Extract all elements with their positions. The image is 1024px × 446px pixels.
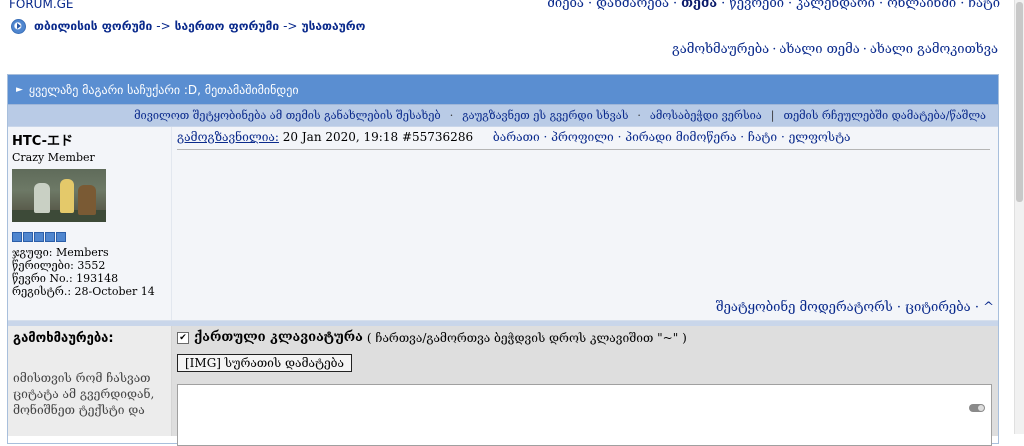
- print-version-link[interactable]: ამოსაბეჭდი ვერსია: [650, 109, 762, 122]
- top-navigation: ძიება · დახმარება · თემა · წევრები · კალენდარი · ო…: [547, 0, 1000, 11]
- nav-chat[interactable]: ჩატი: [968, 0, 1000, 11]
- profile-link[interactable]: პროფილი: [551, 130, 614, 144]
- report-moderator-link[interactable]: შეატყობინე მოდერატორს: [716, 300, 893, 315]
- triangle-right-icon: ►: [16, 84, 23, 95]
- card-link[interactable]: ბარათი: [493, 130, 540, 144]
- topic-header: ► ყველაზე მაგარი საჩუქარი :D, მეთამაშიმი…: [8, 75, 998, 104]
- reply-title: გამოხმაურება:: [13, 331, 114, 346]
- send-page-link[interactable]: გაუგზავნეთ ეს გვერდი სხვას: [462, 109, 628, 122]
- breadcrumb-item-general-forum[interactable]: საერთო ფორუმი: [175, 19, 279, 33]
- breadcrumb-separator: ->: [283, 19, 298, 33]
- email-link[interactable]: ელფოსტა: [789, 130, 851, 144]
- author-group: ჯგუფი: Members: [12, 246, 109, 259]
- author-name[interactable]: HTC-エド: [12, 130, 171, 149]
- georgian-keyboard-checkbox[interactable]: ✔: [177, 331, 189, 344]
- nav-help[interactable]: დახმარება: [596, 0, 669, 11]
- post-author-panel: HTC-エド Crazy Member ჯგუფი: Members წერილ…: [8, 127, 172, 320]
- reply-quote-help: იმისთვის რომ ჩასვათ ციტატა ამ გვერდიდან,…: [13, 371, 155, 417]
- scroll-top-link[interactable]: ^: [983, 300, 994, 315]
- chat-link[interactable]: ჩატი: [748, 130, 777, 144]
- post-body: გამოგზავნილია: 20 Jan 2020, 19:18 #55736…: [172, 127, 998, 320]
- author-post-count: წერილები: 3552: [12, 259, 106, 272]
- breadcrumb-item-tbilisi-forum[interactable]: თბილისის ფორუმი: [34, 19, 152, 33]
- nav-topic[interactable]: თემა: [681, 0, 717, 11]
- add-image-button[interactable]: [IMG] სურათის დამატება: [177, 354, 353, 372]
- breadcrumb-separator: ->: [156, 19, 171, 33]
- scrollbar-thumb[interactable]: [1016, 2, 1023, 202]
- post-date: 20 Jan 2020, 19:18: [282, 130, 399, 144]
- topic-options-bar: მივილოთ შეტყობინება ამ თემის განახლების …: [8, 104, 998, 127]
- reply-link[interactable]: გამოხმაურება: [672, 42, 769, 57]
- page-scrollbar[interactable]: [1014, 0, 1024, 434]
- rank-pips: [12, 232, 171, 242]
- author-member-no: წევრი No.: 193148: [12, 272, 119, 285]
- breadcrumb: თბილისის ფორუმი -> საერთო ფორუმი -> უსათ…: [11, 17, 365, 35]
- quick-reply: გამოხმაურება: იმისთვის რომ ჩასვათ ციტატა…: [8, 326, 998, 446]
- author-stats: ჯგუფი: Members წერილები: 3552 წევრი No.:…: [12, 246, 171, 298]
- post-id[interactable]: #55736286: [402, 130, 473, 144]
- forum-nav-icon: [11, 18, 26, 34]
- nav-online[interactable]: ონლაინში: [887, 0, 956, 11]
- breadcrumb-item-untitled[interactable]: უსათაურო: [301, 19, 365, 33]
- rank-pip-icon: [12, 232, 22, 242]
- site-brand[interactable]: FORUM.GE: [9, 0, 74, 11]
- post-meta: გამოგზავნილია: 20 Jan 2020, 19:18 #55736…: [177, 130, 990, 150]
- rank-pip-icon: [34, 232, 44, 242]
- rank-pip-icon: [23, 232, 33, 242]
- favorite-toggle-link[interactable]: თემის რჩეულებში დამატება/წაშლა: [783, 109, 986, 122]
- author-registered: რეგისტრ.: 28-October 14: [12, 285, 155, 298]
- quote-link[interactable]: ციტირება: [905, 300, 971, 315]
- nav-members[interactable]: წევრები: [729, 0, 784, 11]
- new-topic-link[interactable]: ახალი თემა: [779, 42, 859, 57]
- topic-actions: გამოხმაურება · ახალი თემა · ახალი გამოკითხვა: [672, 42, 998, 57]
- post-footer: შეატყობინე მოდერატორს · ციტირება · ^: [715, 300, 994, 315]
- reply-left-panel: გამოხმაურება: იმისთვის რომ ჩასვათ ციტატა…: [8, 326, 172, 436]
- toggle-switch-icon[interactable]: [969, 404, 985, 412]
- private-message-link[interactable]: პირადი მიმოწერა: [625, 130, 736, 144]
- nav-calendar[interactable]: კალენდარი: [796, 0, 875, 11]
- avatar: [12, 169, 106, 222]
- georgian-keyboard-hint: ( ჩართვა/გამორთვა ბეჭდვის დროს კლავიშით …: [366, 330, 687, 345]
- author-title: Crazy Member: [12, 151, 95, 164]
- post-sent-label[interactable]: გამოგზავნილია:: [177, 130, 279, 144]
- post-author-links: ბარათი · პროფილი · პირადი მიმოწერა · ჩატ…: [492, 130, 851, 144]
- reply-textarea[interactable]: [177, 384, 992, 446]
- new-poll-link[interactable]: ახალი გამოკითხვა: [870, 42, 998, 57]
- rank-pip-icon: [45, 232, 55, 242]
- subscribe-topic-link[interactable]: მივილოთ შეტყობინება ამ თემის განახლების …: [134, 109, 441, 122]
- reply-right-panel: ✔ ქართული კლავიატურა ( ჩართვა/გამორთვა ბ…: [172, 326, 998, 446]
- topic-table: ► ყველაზე მაგარი საჩუქარი :D, მეთამაშიმი…: [7, 74, 999, 446]
- topic-title: ყველაზე მაგარი საჩუქარი :D, მეთამაშიმინდ…: [28, 82, 299, 97]
- rank-pip-icon: [56, 232, 66, 242]
- georgian-keyboard-label[interactable]: ქართული კლავიატურა: [194, 330, 363, 345]
- nav-search[interactable]: ძიება: [547, 0, 584, 11]
- georgian-keyboard-option: ✔ ქართული კლავიატურა ( ჩართვა/გამორთვა ბ…: [177, 330, 992, 345]
- post: HTC-エド Crazy Member ჯგუფი: Members წერილ…: [8, 127, 998, 321]
